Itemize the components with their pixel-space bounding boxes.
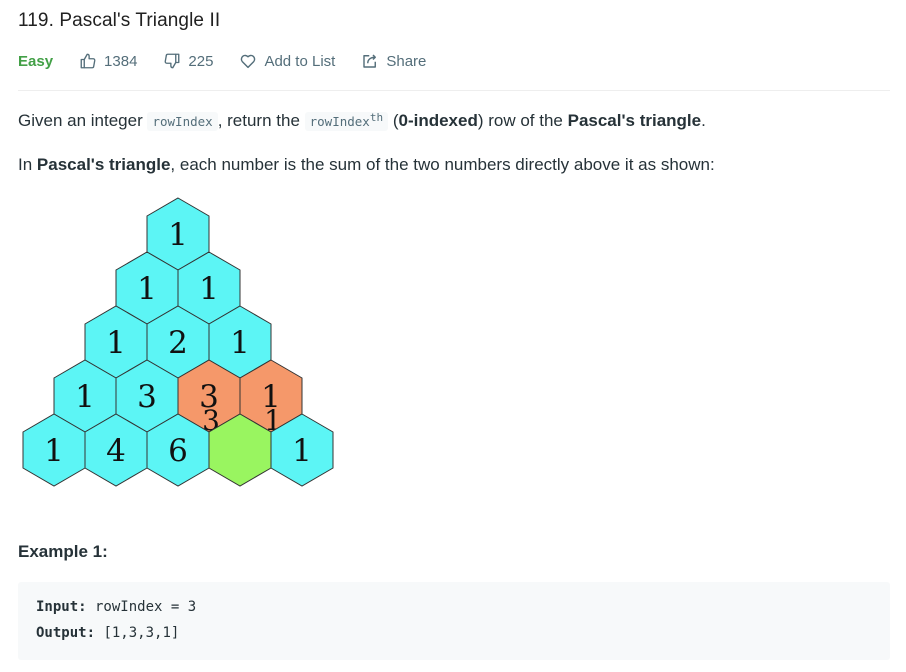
hex-cell-value: 1 — [292, 433, 312, 469]
text: ) row of the — [477, 111, 568, 131]
text: , return the — [217, 111, 305, 131]
inline-code: rowIndexth — [304, 111, 389, 132]
text: Given an integer — [18, 111, 148, 131]
share-button[interactable]: Share — [361, 52, 426, 70]
heart-icon — [241, 54, 256, 69]
example-output-line: Output: [1,3,3,1] — [36, 625, 179, 641]
hex-cell-value: 2 — [168, 325, 188, 361]
thumbs-up-icon — [80, 53, 96, 69]
share-label: Share — [386, 52, 427, 70]
text: , each number is the sum of the two numb… — [170, 155, 715, 174]
description-paragraph-2: In Pascal's triangle, each number is the… — [18, 155, 715, 175]
inline-code: rowIndex — [147, 112, 218, 132]
hex-cell-value: 1 — [168, 217, 188, 253]
text: . — [701, 111, 706, 131]
bold-text: 0-indexed — [398, 111, 478, 131]
example-input-line: Input: rowIndex = 3 — [36, 599, 196, 615]
share-icon — [363, 54, 377, 68]
like-button[interactable]: 1384 — [79, 52, 137, 70]
hex-cell-value: 1 — [106, 325, 126, 361]
hex-cell-value: 1 — [137, 271, 157, 307]
output-label: Output: — [36, 625, 96, 641]
problem-title: 119. Pascal's Triangle II — [18, 10, 221, 31]
dislike-button[interactable]: 225 — [163, 52, 213, 70]
add-to-list-button[interactable]: Add to List — [239, 52, 335, 70]
problem-meta-bar: Easy 1384 225 Add to List Share — [18, 50, 452, 72]
hex-cell-value: 1 — [75, 379, 95, 415]
text: In — [18, 155, 37, 174]
description-paragraph-1: Given an integer rowIndex, return the ro… — [18, 111, 706, 132]
like-count: 1384 — [104, 52, 138, 70]
hex-cell-value: 1 — [230, 325, 250, 361]
hex-cell-value: 1 — [44, 433, 64, 469]
hex-cell-value: 3 — [137, 379, 157, 415]
inline-code-text: rowIndex — [309, 114, 370, 130]
thumbs-down-icon — [164, 53, 180, 69]
hex-cell-value: 1 — [199, 271, 219, 307]
dislike-count: 225 — [188, 52, 214, 70]
text: ( — [388, 111, 399, 131]
pascal-triangle-figure: 11 11 2 11 3 33111 4 6 1 — [22, 197, 334, 487]
hex-cell-value: 4 — [106, 433, 126, 469]
example-code-block: Input: rowIndex = 3 Output: [1,3,3,1] — [18, 582, 890, 660]
input-value: rowIndex = 3 — [86, 599, 197, 615]
hex-cell-value: 6 — [168, 433, 188, 469]
difficulty-badge: Easy — [18, 52, 54, 70]
example-title: Example 1: — [18, 542, 108, 561]
superscript: th — [369, 111, 384, 124]
header-divider — [18, 90, 890, 91]
output-value: [1,3,3,1] — [95, 625, 180, 641]
bold-text: Pascal's triangle — [36, 155, 171, 174]
bold-text: Pascal's triangle — [567, 111, 702, 131]
add-to-list-label: Add to List — [264, 52, 336, 70]
input-label: Input: — [36, 599, 87, 615]
